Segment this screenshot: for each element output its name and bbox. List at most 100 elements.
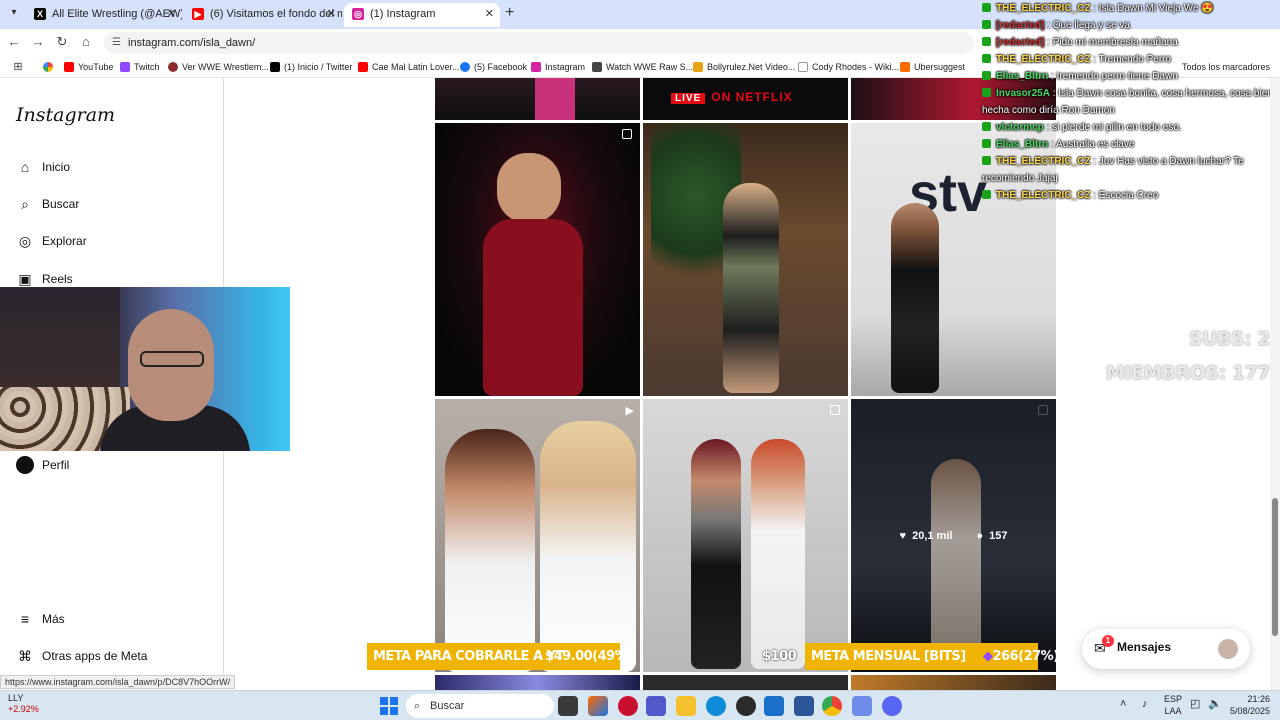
avatar-icon: [16, 456, 34, 474]
goal-value: ◆266(27%): [983, 643, 1059, 670]
stream-chat-overlay: THE_ELECTRIC_CZ : Isla Dawn Mi Vieja We …: [982, 0, 1280, 212]
chat-badge-icon: [982, 156, 991, 165]
compass-icon: ◎: [18, 233, 32, 249]
bookmark-ubersuggest[interactable]: Ubersuggest: [900, 59, 965, 75]
reels-icon: ▣: [18, 271, 32, 287]
bookmark-label: Cae Mal Latin Lover...: [372, 62, 460, 72]
members-counter: MIEMBROS: 177: [1105, 362, 1271, 384]
post-thumbnail[interactable]: LIVE ON NETFLIX: [643, 78, 848, 120]
chevron-up-icon[interactable]: ˄: [1120, 699, 1126, 710]
likes-count: ♥ 20,1 mil: [900, 530, 953, 542]
page-scrollbar[interactable]: [1270, 78, 1280, 690]
post-thumbnail[interactable]: [435, 78, 640, 120]
apps-grid-icon[interactable]: ⊞: [10, 59, 26, 75]
windows-taskbar: LLY +2.92% ⌕ Buscar ˄ ♪ ESP LAA ◰ 🔈 21:2…: [0, 690, 1280, 720]
tab-youtube[interactable]: ▶ (6) Visitamos el fondo del mar ✕: [184, 3, 342, 27]
clock[interactable]: 21:26 5/08/2025: [1230, 693, 1270, 717]
bookmark-instagram[interactable]: Instagram: [531, 59, 585, 75]
post-thumbnail[interactable]: [435, 123, 640, 396]
stock-widget[interactable]: LLY +2.92%: [8, 693, 39, 715]
reels-icon: ▶: [625, 405, 634, 417]
close-icon[interactable]: ✕: [167, 3, 176, 25]
reload-icon[interactable]: ↻: [54, 34, 70, 50]
bookmark-watch-wwe[interactable]: Watch WWE Raw S...: [592, 59, 693, 75]
post-thumbnail[interactable]: [643, 675, 848, 690]
post-thumbnail[interactable]: [643, 399, 848, 672]
chat-message: victormcp : si pierde mi pilin en todo e…: [982, 119, 1280, 136]
post-image: [535, 78, 575, 120]
bookmark-label: Ubersuggest: [914, 62, 966, 72]
home-icon[interactable]: ⌂: [78, 34, 94, 50]
volume-icon[interactable]: 🔈: [1208, 699, 1222, 710]
copilot-icon[interactable]: [588, 696, 608, 716]
app-icon[interactable]: [852, 696, 872, 716]
search-icon: ⌕: [414, 700, 421, 712]
post-thumbnail-hovered[interactable]: ♥ 20,1 mil ● 157: [851, 399, 1056, 672]
discord-icon[interactable]: [882, 696, 902, 716]
tab-search-chevron-icon[interactable]: ▾: [6, 5, 22, 21]
post-thumbnail[interactable]: [435, 675, 640, 690]
close-icon[interactable]: ✕: [327, 3, 336, 25]
ubersuggest-icon: [900, 62, 910, 72]
microphone-icon[interactable]: ♪: [1142, 699, 1148, 710]
instagram-logo[interactable]: Instagram: [16, 104, 115, 126]
messages-label: Mensajes: [1117, 640, 1172, 654]
language-indicator[interactable]: ESP LAA: [1164, 695, 1182, 716]
nav-explore[interactable]: ◎ Explorar: [16, 229, 87, 253]
bookmark-cody-rhodes[interactable]: Cody Rhodes - Wiki...: [798, 59, 899, 75]
chat-message: THE_ELECTRIC_CZ : Escocia Creo: [982, 187, 1280, 204]
teams-icon[interactable]: [646, 696, 666, 716]
word-icon[interactable]: [794, 696, 814, 716]
messages-button[interactable]: ✉ 1 Mensajes: [1082, 629, 1250, 669]
nav-label: Otras apps de Meta: [42, 649, 148, 663]
unread-badge: 1: [1102, 635, 1114, 647]
goal-value: $49.00(49%): [545, 649, 633, 664]
post-thumbnail[interactable]: ▶: [435, 399, 640, 672]
task-view-icon[interactable]: [558, 696, 578, 716]
chat-username: THE_ELECTRIC_CZ: [996, 54, 1091, 65]
chat-badge-icon: [982, 37, 991, 46]
scrollbar-thumb[interactable]: [1272, 498, 1278, 636]
chat-badge-icon: [982, 122, 991, 131]
nav-more[interactable]: ≡ Más: [16, 607, 65, 631]
address-bar[interactable]: ☰ instagram.com/isla_dawn/: [104, 32, 974, 54]
file-explorer-icon[interactable]: [676, 696, 696, 716]
bookmark-twitch[interactable]: Twitch: [120, 59, 160, 75]
taskbar-search[interactable]: ⌕ Buscar: [406, 694, 554, 718]
nav-profile[interactable]: Perfil: [16, 453, 69, 477]
bookmark-cae-mal[interactable]: Cae Mal Latin Lover...: [358, 59, 460, 75]
bookmark-wwe[interactable]: Ver WWE Wrestlem...: [168, 59, 269, 75]
nav-meta-apps[interactable]: ⌘ Otras apps de Meta: [16, 644, 147, 668]
forward-icon[interactable]: →: [30, 34, 46, 50]
chrome-icon[interactable]: [822, 696, 842, 716]
windows-start-icon[interactable]: [380, 697, 398, 715]
network-icon[interactable]: ◰: [1190, 699, 1200, 710]
goal-bar-bits: META MENSUAL [BITS] ◆266(27%): [805, 643, 1059, 670]
bookmark-youtube[interactable]: YouTube: [64, 59, 113, 75]
nav-search[interactable]: ⌕ Buscar: [16, 192, 79, 216]
live-badge: LIVE: [671, 93, 706, 104]
tab-aew[interactable]: X All Elite Wrestling (@AEW) / X ✕: [26, 3, 182, 27]
nav-label: Inicio: [42, 160, 71, 174]
bookmark-bollyrulez[interactable]: Bollyrulez.Net Video...: [693, 59, 795, 75]
post-thumbnail[interactable]: [851, 675, 1056, 690]
chat-badge-icon: [982, 3, 991, 12]
obs-icon[interactable]: [736, 696, 756, 716]
bookmark-twitter[interactable]: (1) Inicio / Twitter: [270, 59, 352, 75]
bookmark-google[interactable]: [43, 59, 57, 75]
edge-icon[interactable]: [706, 696, 726, 716]
close-icon[interactable]: ✕: [485, 3, 494, 25]
new-tab-button[interactable]: +: [505, 4, 514, 22]
store-icon[interactable]: [764, 696, 784, 716]
chat-text: Pido mi membresía mañana: [1052, 37, 1178, 48]
tab-instagram[interactable]: ◎ (1) Instagram ✕: [344, 3, 500, 27]
back-icon[interactable]: ←: [6, 34, 22, 50]
opera-icon[interactable]: [618, 696, 638, 716]
post-thumbnail[interactable]: [643, 123, 848, 396]
site-info-icon[interactable]: ☰: [112, 32, 121, 54]
stock-change: +2.92%: [8, 704, 39, 714]
bookmark-label: Bollyrulez.Net Video...: [707, 62, 796, 72]
nav-home[interactable]: ⌂ Inicio: [16, 155, 70, 179]
bookmark-facebook[interactable]: (5) Facebook: [460, 59, 527, 75]
chat-username: Elias_Bltrn: [996, 71, 1049, 82]
